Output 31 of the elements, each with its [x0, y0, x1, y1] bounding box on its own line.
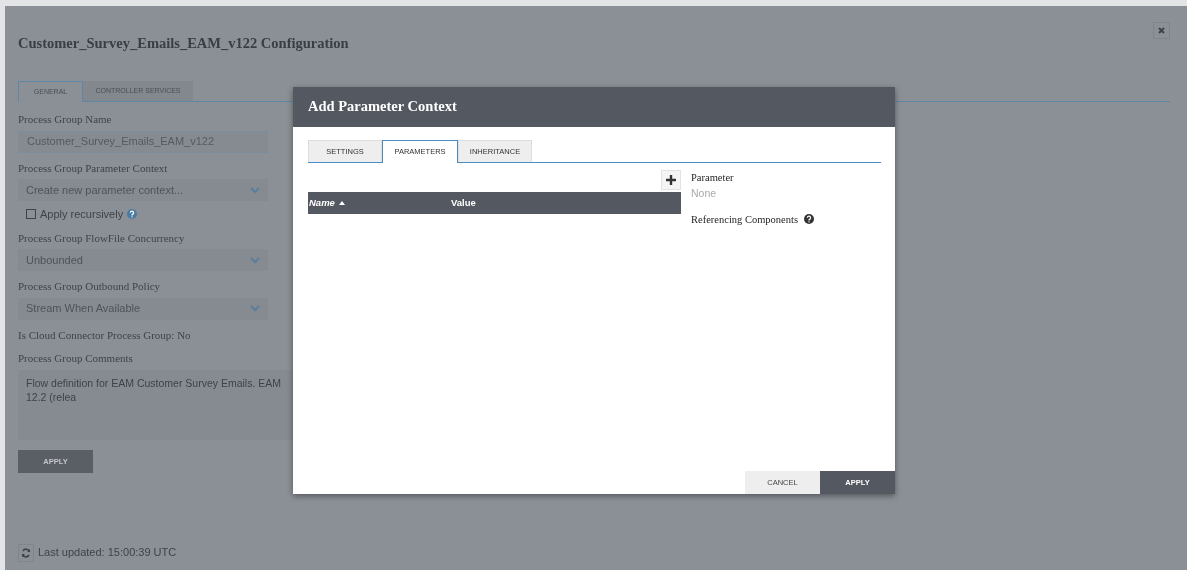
parameter-label: Parameter	[691, 171, 735, 185]
select-field[interactable]: Create new parameter context...	[18, 179, 268, 201]
plus-icon	[666, 175, 676, 185]
last-updated-text: Last updated: 15:00:39 UTC	[38, 545, 177, 561]
help-icon[interactable]	[804, 214, 814, 225]
add-button[interactable]	[661, 170, 681, 190]
checkbox-label: Apply recursively	[40, 207, 124, 222]
comments-field[interactable]: Flow definition for EAM Customer Survey Emails. EAM 12.2 (relea	[18, 369, 293, 440]
field-label: Process Group Comments	[18, 351, 134, 366]
field-label: Is Cloud Connector Process Group: No	[18, 327, 192, 343]
column-header[interactable]: Name	[308, 195, 451, 211]
close-button[interactable]	[1153, 22, 1170, 39]
sort-ascending-icon	[338, 201, 345, 205]
field-label: Process Group Outbound Policy	[18, 279, 162, 294]
field-label: Process Group Name	[18, 112, 113, 127]
chevron-icon	[250, 305, 260, 312]
parameter-value: None	[691, 185, 718, 201]
dialog-title: Add Parameter Context	[293, 87, 895, 127]
refresh-icon	[21, 547, 31, 558]
select-field[interactable]: Stream When Available	[18, 297, 268, 320]
field-label: Process Group Parameter Context	[18, 160, 169, 176]
close-icon	[1158, 27, 1165, 34]
checkbox[interactable]	[26, 209, 36, 220]
chevron-icon	[250, 256, 260, 264]
field-label: Process Group FlowFile Concurrency	[18, 230, 186, 246]
select-field[interactable]: Unbounded	[18, 249, 268, 271]
chevron-icon	[250, 186, 260, 194]
page-title: Customer_Survey_Emails_EAM_v122 Configuration	[18, 34, 350, 53]
column-header: Value	[451, 195, 476, 210]
refresh-button[interactable]	[18, 543, 34, 562]
referencing-label: Referencing Components	[691, 212, 798, 227]
